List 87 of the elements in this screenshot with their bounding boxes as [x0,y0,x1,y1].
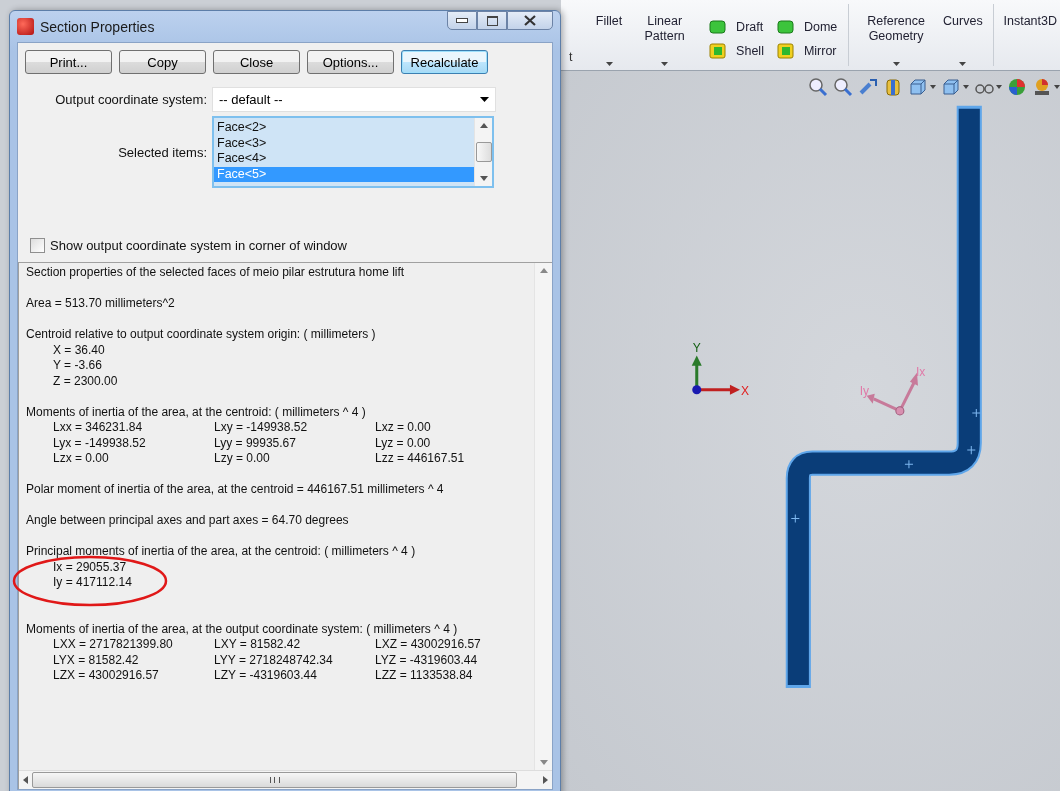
result-value: LZY = -4319603.44 [214,668,318,684]
result-value: LXZ = 43002916.57 [375,637,482,653]
minimize-button[interactable] [447,11,477,30]
result-value: X = 36.40 [52,342,106,358]
result-value: Lxz = 0.00 [375,420,432,436]
previous-view-icon[interactable] [858,77,878,97]
result-value: LZZ = 1133538.84 [375,668,474,684]
app-logo-icon [17,18,34,35]
result-value: Lyy = 99935.67 [214,435,297,451]
zoom-to-fit-icon[interactable] [808,77,828,97]
axis-label: X [741,383,750,398]
result-value: LYX = 81582.42 [53,652,140,668]
checkbox[interactable]: Show output coordinate system in corner of window [30,238,347,253]
result-text: Section properties of the selected faces of meio pilar estrutura home lift [26,265,406,281]
result-value: LYZ = -4319603.44 [375,652,479,668]
result-value: Lyz = 0.00 [375,435,432,451]
axis-label: Ix [915,364,926,379]
ribbon-button[interactable]: Mirror [771,42,842,60]
caret-icon [480,97,489,102]
scrollbar[interactable] [534,263,552,770]
result-text: Area = 513.70 millimeters^2 [26,296,176,312]
result-value: LXX = 2717821399.80 [53,637,174,653]
axis-label: Iy [859,383,870,398]
close-icon [524,15,536,26]
ribbon-button[interactable]: Curves [940,0,986,70]
display-style-icon[interactable] [941,77,969,97]
result-value: LXY = 81582.42 [214,637,302,653]
push-button[interactable]: Recalculate [401,50,488,74]
result-value: Y = -3.66 [52,358,103,374]
scroll-up-icon[interactable] [539,268,548,273]
result-value: Lzz = 446167.51 [375,451,466,467]
coordinate-system-dropdown[interactable]: -- default -- [212,87,496,112]
result-heading: Moments of inertia of the area, at the centroid: ( millimeters ^ 4 ) [26,404,367,420]
result-heading: Principal moments of inertia of the area, at the centroid: ( millimeters ^ 4 ) [26,544,417,560]
close-button[interactable] [507,11,553,30]
result-value: Z = 2300.00 [52,373,119,389]
view-cube-icon[interactable] [908,77,936,97]
scroll-right-icon[interactable] [543,776,548,784]
scroll-down-icon[interactable] [539,760,548,765]
list-item[interactable]: Face<4> [214,151,474,167]
list-item[interactable]: Face<2> [214,120,474,136]
scene-icon[interactable] [1032,77,1060,97]
result-text: Angle between principal axes and part axes = 64.70 degrees [26,513,350,529]
rounded-block-icon [708,18,729,36]
result-value: Iy = 417112.14 [52,575,133,591]
push-button[interactable]: Options... [307,50,394,74]
scrollbar[interactable] [19,770,552,789]
ribbon-button[interactable]: Fillet [592,0,626,70]
ribbon-button[interactable]: Shell [704,42,768,60]
ribbon-button[interactable]: Draft [704,18,768,36]
rounded-block-icon [775,18,796,36]
result-value: LYY = 2718248742.34 [214,652,334,668]
scroll-up-icon[interactable] [479,123,488,128]
push-button[interactable]: Print... [25,50,112,74]
selected-items-list[interactable]: Face<2> Face<3> Face<4> Face<5> [212,116,494,188]
zoom-area-icon[interactable] [833,77,853,97]
maximize-button[interactable] [477,11,507,30]
scroll-down-icon[interactable] [479,176,488,181]
scroll-left-icon[interactable] [23,776,28,784]
result-value: Lzx = 0.00 [53,451,110,467]
result-value: Ix = 29055.37 [52,559,128,575]
ribbon-button[interactable]: Reference Geometry [856,0,937,70]
field-label: Output coordinate system: [54,92,207,107]
result-value: Lyx = -149938.52 [53,435,147,451]
window-title: Section Properties [40,18,156,35]
result-value: Lzy = 0.00 [214,451,271,467]
result-value: Lxy = -149938.52 [214,420,309,436]
ribbon-button[interactable]: Linear Pattern [629,0,701,70]
section-view-icon[interactable] [883,77,903,97]
appearance-ball-icon[interactable] [1007,77,1027,97]
push-button[interactable]: Close [213,50,300,74]
axis-label: Y [692,340,701,355]
hollow-box-icon [708,42,729,60]
scrollbar[interactable] [474,118,492,186]
ribbon-button[interactable]: Instant3D [1000,0,1060,70]
ribbon-label: t [569,50,574,64]
hollow-box-icon [775,42,796,60]
result-heading: Centroid relative to output coordinate system origin: ( millimeters ) [26,327,377,343]
result-heading: Moments of inertia of the area, at the output coordinate system: ( millimeters ^ 4 ) [26,621,459,637]
list-item[interactable]: Face<3> [214,135,474,151]
push-button[interactable]: Copy [119,50,206,74]
result-text: Polar moment of inertia of the area, at the centroid = 446167.51 millimeters ^ 4 [26,482,445,498]
field-label: Selected items: [117,144,207,160]
result-value: LZX = 43002916.57 [53,668,160,684]
origin-axes-icon [691,355,740,395]
result-value: Lxx = 346231.84 [53,420,144,436]
ribbon-button[interactable]: Dome [771,18,842,36]
